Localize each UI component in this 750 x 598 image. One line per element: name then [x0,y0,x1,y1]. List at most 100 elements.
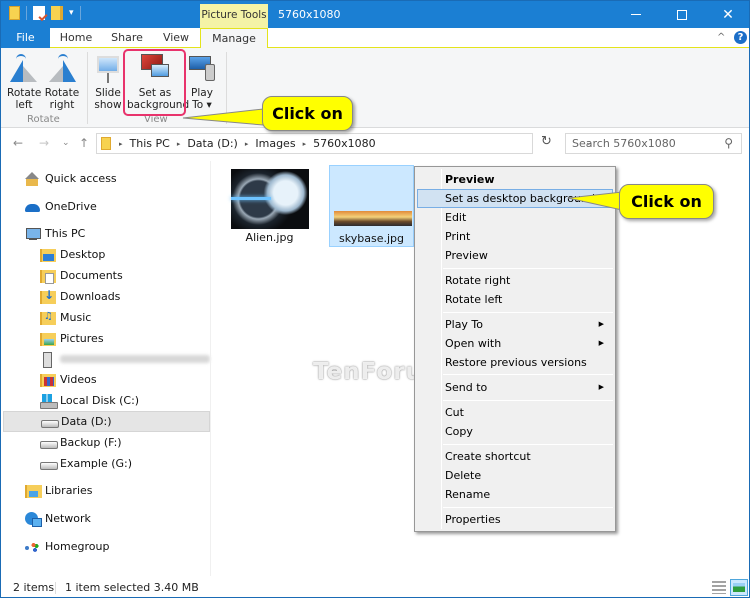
breadcrumb-separator[interactable]: ▸ [119,140,123,148]
menu-item-rotate-right[interactable]: Rotate right [417,271,613,290]
large-icons-view-icon[interactable] [730,579,748,596]
menu-item-restore-previous-versions[interactable]: Restore previous versions [417,353,613,372]
breadcrumb-images[interactable]: Images [255,137,295,150]
properties-icon[interactable] [33,6,45,20]
network-icon [25,511,42,527]
maximize-button[interactable] [659,1,705,28]
menu-item-create-shortcut[interactable]: Create shortcut [417,447,613,466]
nav-item-data-d[interactable]: Data (D:) [3,411,210,432]
nav-item-downloads[interactable]: Downloads [1,286,210,307]
menu-item-delete[interactable]: Delete [417,466,613,485]
rotate-left-button[interactable]: Rotate left [7,52,41,111]
menu-item-cut[interactable]: Cut [417,403,613,422]
breadcrumb-this-pc[interactable]: This PC [130,137,170,150]
nav-item-this-pc[interactable]: This PC [1,223,210,244]
qat-customize-dropdown[interactable]: ▾ [69,8,74,18]
breadcrumb-separator[interactable]: ▸ [177,140,181,148]
item-count: 2 items [13,581,55,594]
help-icon[interactable]: ? [734,31,747,44]
refresh-icon[interactable]: ↻ [541,134,552,149]
nav-item-label: Desktop [60,248,106,261]
nav-item-backup-f[interactable]: Backup (F:) [1,432,210,453]
libraries-icon [25,484,42,498]
file-item-skybase[interactable]: skybase.jpg [329,165,414,247]
tab-share[interactable]: Share [107,28,147,48]
new-folder-icon[interactable] [51,6,63,20]
nav-item-documents[interactable]: Documents [1,265,210,286]
menu-item-send-to[interactable]: Send to ▶ [417,378,613,397]
quick-access-icon [25,171,41,186]
quick-access-toolbar: ▾ [9,6,81,20]
qat-divider [26,6,27,20]
file-explorer-window: ▾ Picture Tools 5760x1080 ✕ File Home Sh… [0,0,750,598]
breadcrumb-separator[interactable]: ▸ [245,140,249,148]
nav-item-label: Backup (F:) [60,436,122,449]
menu-item-print[interactable]: Print [417,227,613,246]
nav-item-homegroup[interactable]: Homegroup [1,536,210,557]
menu-item-preview[interactable]: Preview [417,246,613,265]
redacted-device-name [60,354,210,363]
nav-item-local-disk-c[interactable]: Local Disk (C:) [1,390,210,411]
collapse-ribbon-icon[interactable]: ^ [717,32,725,43]
nav-item-label: Homegroup [45,540,110,553]
menu-item-rotate-left[interactable]: Rotate left [417,290,613,309]
forward-button[interactable]: → [39,136,49,150]
tab-view[interactable]: View [156,28,196,48]
minimize-button[interactable] [613,1,659,28]
menu-separator [443,374,613,375]
nav-item-libraries[interactable]: Libraries [1,480,210,501]
nav-item-label: This PC [45,227,86,240]
nav-item-network[interactable]: Network [1,508,210,529]
this-pc-icon [25,227,41,241]
breadcrumb-data-d[interactable]: Data (D:) [187,137,238,150]
selection-info: 1 item selected 3.40 MB [65,581,199,594]
nav-item-label: Quick access [45,172,117,185]
callout-pointer-2 [567,191,623,211]
menu-item-copy[interactable]: Copy [417,422,613,441]
recent-locations-button[interactable]: ⌄ [62,138,70,148]
play-to-icon [187,52,219,84]
address-bar[interactable]: ▸ This PC ▸ Data (D:) ▸ Images ▸ 5760x10… [96,133,593,154]
up-button[interactable]: ↑ [79,136,89,150]
nav-item-example-g[interactable]: Example (G:) [1,453,210,474]
menu-item-label: Send to [445,381,488,394]
documents-folder-icon [40,269,56,284]
breadcrumb-separator[interactable]: ▸ [303,140,307,148]
nav-item-onedrive[interactable]: OneDrive [1,196,210,217]
menu-separator [443,312,613,313]
nav-item-phone-device[interactable] [1,348,210,369]
nav-item-pictures[interactable]: Pictures [1,328,210,349]
pane-divider[interactable] [210,161,211,576]
close-button[interactable]: ✕ [705,1,750,28]
menu-item-properties[interactable]: Properties [417,510,613,529]
click-on-callout-ribbon: Click on [262,96,353,131]
tab-home[interactable]: Home [53,28,99,48]
nav-item-videos[interactable]: Videos [1,369,210,390]
group-divider [87,52,88,124]
slideshow-label-1: Slide [95,87,121,99]
videos-folder-icon [40,373,56,387]
nav-item-desktop[interactable]: Desktop [1,244,210,265]
tab-manage[interactable]: Manage [200,28,268,49]
tab-file[interactable]: File [1,28,50,48]
file-name: skybase.jpg [339,232,404,245]
search-input[interactable]: Search 5760x1080 ⚲ [565,133,742,154]
nav-item-quick-access[interactable]: Quick access [1,168,210,189]
onedrive-icon [25,200,41,214]
menu-item-rename[interactable]: Rename [417,485,613,504]
ribbon-tab-row: File Home Share View Manage ^ ? [1,28,749,49]
file-item-alien[interactable]: Alien.jpg [227,165,312,247]
menu-item-play-to[interactable]: Play To ▶ [417,315,613,334]
back-button[interactable]: ← [13,136,23,150]
slideshow-button[interactable]: Slide show [93,52,123,111]
search-icon[interactable]: ⚲ [724,136,733,150]
breadcrumb-5760x1080[interactable]: 5760x1080 [313,137,376,150]
details-view-icon[interactable] [712,581,726,594]
file-name: Alien.jpg [245,231,294,244]
menu-item-preview-default[interactable]: Preview [417,170,613,189]
nav-item-music[interactable]: Music [1,307,210,328]
nav-item-label: OneDrive [45,200,97,213]
rotate-right-button[interactable]: Rotate right [44,52,80,111]
navigation-pane: Quick access OneDrive This PC Desktop Do… [1,159,210,577]
menu-item-open-with[interactable]: Open with ▶ [417,334,613,353]
